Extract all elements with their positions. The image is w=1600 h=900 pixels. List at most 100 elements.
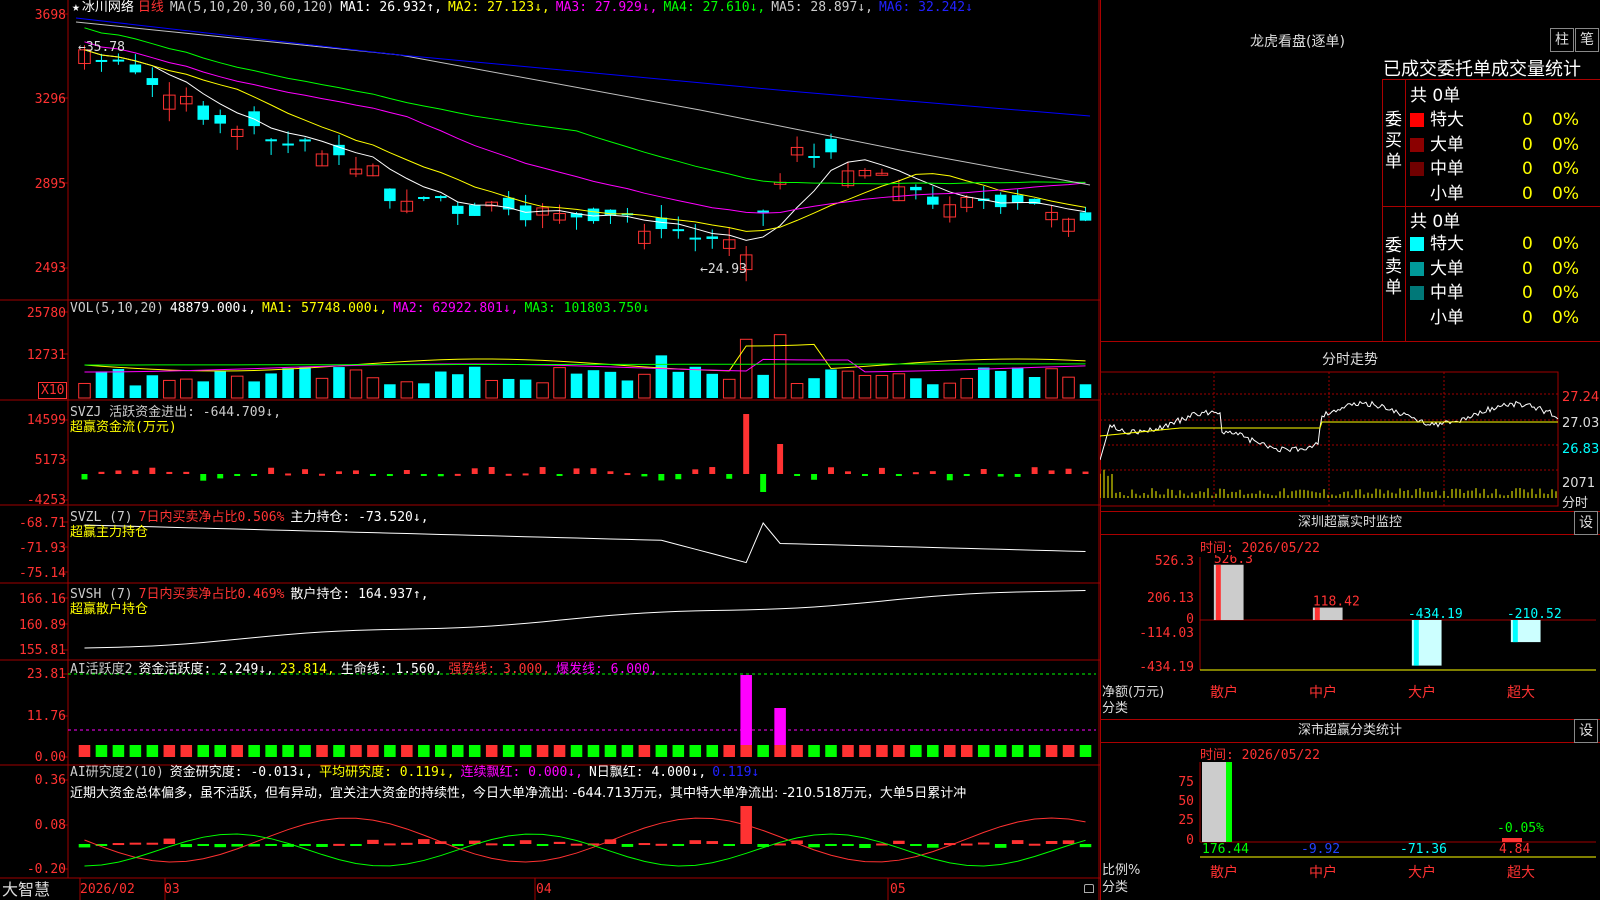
svzl-line	[84, 522, 1086, 564]
ai1-bar	[977, 745, 990, 757]
candle-body	[384, 188, 396, 202]
period-label[interactable]: 日线	[138, 0, 164, 15]
classify-settings-button[interactable]: 设	[1574, 719, 1598, 743]
classify-title: 深市超赢分类统计	[1100, 719, 1600, 743]
stock-name[interactable]: 冰川网络	[82, 0, 134, 15]
ai1-bar	[146, 745, 159, 757]
row-pct: 0%	[1552, 283, 1579, 303]
volume-bar	[655, 355, 668, 398]
svzj-bar	[1031, 467, 1038, 474]
classify-category-2: 大户	[1408, 864, 1436, 881]
intraday-price-line	[1100, 400, 1559, 461]
volume-bar	[943, 382, 957, 399]
star-icon[interactable]: ★	[72, 0, 80, 15]
row-pct: 0%	[1552, 307, 1579, 328]
tab-tick[interactable]: 笔	[1575, 28, 1599, 52]
ai1-bar	[163, 745, 176, 757]
row-pct: 0%	[1552, 159, 1579, 179]
ai1-bar	[757, 745, 769, 757]
k-axis-1: 3296	[34, 92, 66, 107]
svzj-bar	[692, 469, 699, 474]
classify-category-3: 超大	[1507, 865, 1535, 881]
candle-body	[95, 59, 108, 62]
monitor-axis-0: 526.3	[1155, 555, 1194, 569]
classify-chart[interactable]: -0.05% 75 50 25 0 176.44 散户 -9.92 中户 -71.36 大户 4.84…	[1100, 760, 1600, 900]
ai1-bar	[553, 745, 566, 757]
volume-bar	[349, 369, 363, 399]
svzj-bar	[183, 471, 190, 474]
svzj-bar	[590, 468, 597, 474]
ai2-bar	[485, 843, 498, 846]
candle-body	[265, 139, 277, 142]
svzj-bar	[268, 467, 275, 474]
date-label-0: 2026/02	[80, 882, 135, 897]
ai1-bar	[129, 745, 142, 757]
ai2-bar	[502, 844, 515, 846]
svsh-axis-2: 155.81	[19, 643, 66, 658]
vol-ma3: MA3: 101803.750↓	[524, 301, 650, 316]
category-label-1: 中户	[1309, 684, 1337, 701]
ai1-bar	[316, 745, 328, 757]
ai2-bar	[723, 844, 735, 846]
intraday-axis-1: 27.03	[1562, 416, 1600, 431]
lock-icon[interactable]	[1084, 884, 1094, 893]
ai1-bar	[910, 745, 922, 757]
ai1-bar	[706, 745, 719, 757]
svsh-axis-1: 160.89	[19, 618, 66, 633]
volume-bar	[180, 378, 193, 399]
volume-bar	[825, 369, 837, 398]
row-qty: 0	[1522, 258, 1533, 279]
volume-bar	[587, 370, 600, 398]
ai1-axis-2: 0.00	[34, 750, 66, 765]
intraday-chart[interactable]	[1100, 370, 1600, 510]
volume-bar	[960, 377, 974, 399]
volume-bar	[858, 374, 872, 399]
main-chart-area[interactable]: ★ 冰川网络 日线 MA(5,10,20,30,60,120) MA1: 26.932↑…	[0, 0, 1100, 900]
volume-bar	[910, 378, 922, 398]
brand-label: 大智慧	[2, 880, 51, 899]
volume-bar	[773, 334, 787, 399]
tab-column[interactable]: 柱	[1550, 28, 1574, 52]
monitor-settings-button[interactable]: 设	[1574, 511, 1598, 535]
volume-bar	[366, 377, 380, 399]
svzj-bar	[285, 473, 292, 476]
ai2-bar	[214, 844, 226, 848]
classify-bar-0-accent	[1226, 762, 1232, 842]
svzj-bar	[709, 467, 716, 474]
svzj-bar	[726, 474, 733, 479]
volume-bar	[400, 381, 414, 399]
ai1-bar	[367, 745, 379, 757]
monitor-axis-3: -114.03	[1139, 626, 1194, 641]
ai1-bar	[621, 745, 634, 757]
svzj-bar	[166, 471, 173, 474]
ai1-bar	[1028, 745, 1041, 757]
ai2-bar	[519, 840, 532, 844]
volume-bar	[790, 383, 804, 399]
ai2-bar	[316, 844, 328, 847]
svzj-bar	[1048, 470, 1055, 474]
monitor-label-1: 分类	[1102, 701, 1129, 716]
candle-body	[655, 217, 668, 230]
volume-bar	[95, 371, 108, 398]
monitor-axis-4: -434.19	[1139, 660, 1194, 675]
svzj-bar	[522, 473, 529, 476]
candle-body	[689, 237, 702, 240]
ai2-bar	[570, 843, 583, 846]
svzj-axis-2: -4253	[26, 493, 66, 508]
ai1-bar	[214, 745, 226, 757]
date-label-3: 05	[890, 882, 906, 897]
svzj-bar	[488, 467, 495, 474]
intraday-axis-4: 分时	[1562, 496, 1589, 511]
svzj-bar	[743, 414, 750, 474]
value-bar-accent	[1215, 564, 1221, 620]
ai1-bar	[231, 745, 243, 757]
candle-body	[435, 196, 447, 199]
buy-label: 委买单	[1385, 110, 1402, 172]
ai2-bar	[1045, 840, 1058, 844]
volume-bar	[485, 379, 498, 399]
ai1-bar	[519, 745, 532, 757]
vol-value: 48879.000↓,	[169, 301, 257, 316]
kline-header: ★ 冰川网络 日线 MA(5,10,20,30,60,120) MA1: 26.932↑…	[72, 0, 979, 16]
monitor-chart[interactable]: 526.3 118.42 -434.19 -210.52 散户 中户 大户 超大 526.3 20…	[1100, 555, 1600, 715]
svzl-axis-2: -75.14	[19, 566, 66, 581]
